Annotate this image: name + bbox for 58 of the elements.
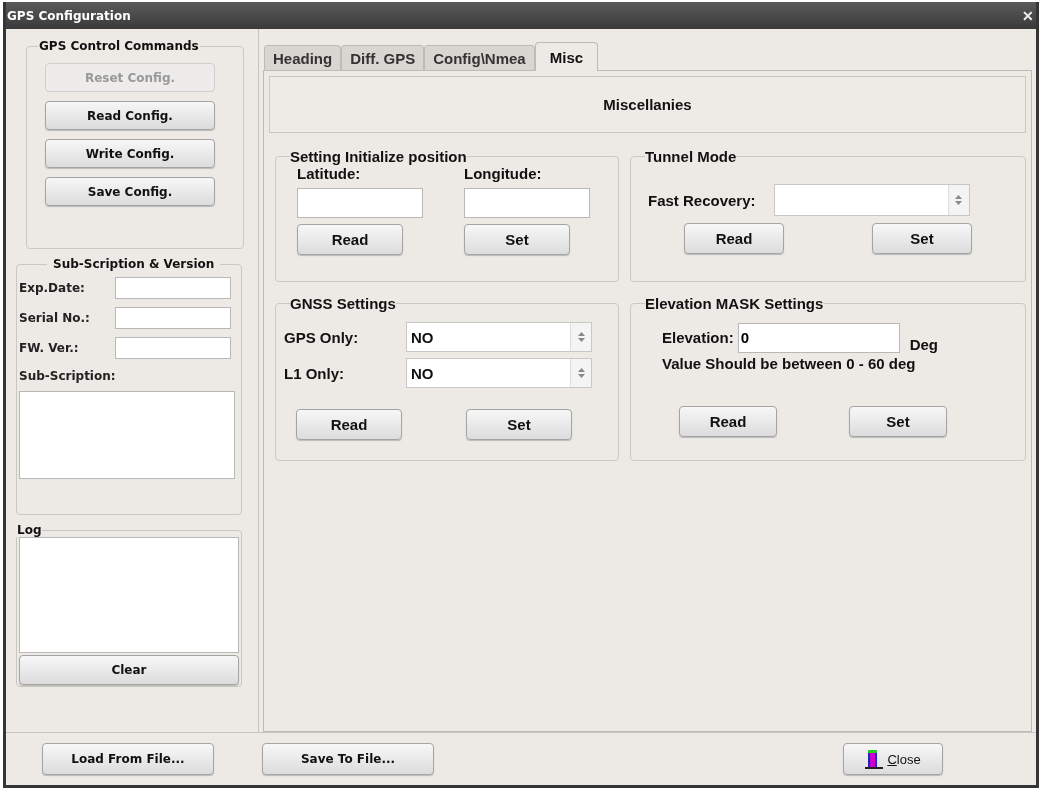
field-label: Latitude:	[297, 165, 362, 182]
text-field[interactable]	[115, 337, 231, 359]
field-label: Longitude:	[464, 165, 543, 182]
elevation-field[interactable]: 0	[737, 322, 900, 353]
spin-box[interactable]: NO	[406, 322, 592, 352]
close-button[interactable]: ✕	[1020, 7, 1036, 24]
tab[interactable]: Config\Nmea	[424, 45, 535, 70]
spinner-arrows-icon	[955, 195, 963, 205]
header-title: Miscellanies	[603, 96, 692, 113]
field-label: GPS Only:	[284, 328, 360, 346]
text-area[interactable]	[19, 391, 235, 479]
spin-value: NO	[411, 364, 434, 382]
clear-button[interactable]: Clear	[19, 655, 239, 685]
group-title: Sub-Scription & Version	[52, 257, 216, 271]
command-button[interactable]: Read Config.	[45, 101, 215, 130]
spinner-arrows-icon	[577, 368, 585, 378]
group-title: Setting Initialize position	[290, 148, 467, 165]
field-label: Fast Recovery:	[648, 191, 756, 209]
door-icon	[865, 749, 884, 769]
set-button[interactable]: Set	[849, 406, 947, 437]
group-title: GNSS Settings	[290, 295, 396, 312]
latitude-field[interactable]	[297, 188, 423, 218]
save-button[interactable]: Save To File...	[262, 743, 434, 775]
group-title: GPS Control Commands	[38, 39, 200, 53]
longitude-field[interactable]	[464, 188, 590, 218]
group-title: Log	[16, 523, 43, 537]
field-label: L1 Only:	[284, 364, 345, 382]
close-button[interactable]: Close	[843, 743, 943, 775]
field-label: FW. Ver.:	[19, 341, 79, 355]
group-title: Tunnel Mode	[645, 148, 737, 165]
set-button[interactable]: Set	[464, 224, 570, 255]
field-label: Elevation:	[662, 329, 734, 346]
field-label: Serial No.:	[19, 311, 90, 325]
load-button[interactable]: Load From File...	[42, 743, 214, 775]
field-label: Sub-Scription:	[19, 369, 117, 383]
text-field[interactable]	[115, 307, 231, 329]
spin-value: NO	[411, 328, 434, 346]
unit-label: Deg	[909, 336, 939, 353]
spin-box[interactable]	[773, 184, 970, 216]
read-button[interactable]: Read	[679, 406, 777, 437]
set-button[interactable]: Set	[466, 409, 572, 440]
read-button[interactable]: Read	[297, 224, 403, 255]
read-button[interactable]: Read	[296, 409, 402, 440]
tab[interactable]: Diff. GPS	[341, 45, 425, 70]
command-button[interactable]: Write Config.	[45, 139, 215, 168]
log-area[interactable]	[19, 537, 239, 653]
command-button[interactable]: Save Config.	[45, 177, 215, 206]
field-label: Exp.Date:	[19, 281, 85, 295]
tab[interactable]: Misc	[534, 42, 599, 71]
window-title: GPS Configuration	[6, 8, 131, 23]
tab[interactable]: Heading	[264, 45, 342, 70]
text-field[interactable]	[115, 277, 231, 299]
spinner-arrows-icon	[577, 332, 585, 342]
hint-text: Value Should be between 0 - 60 deg	[661, 354, 917, 372]
group-title: Elevation MASK Settings	[645, 295, 824, 312]
set-button[interactable]: Set	[872, 223, 972, 254]
read-button[interactable]: Read	[684, 223, 784, 254]
spin-box[interactable]: NO	[406, 358, 592, 388]
